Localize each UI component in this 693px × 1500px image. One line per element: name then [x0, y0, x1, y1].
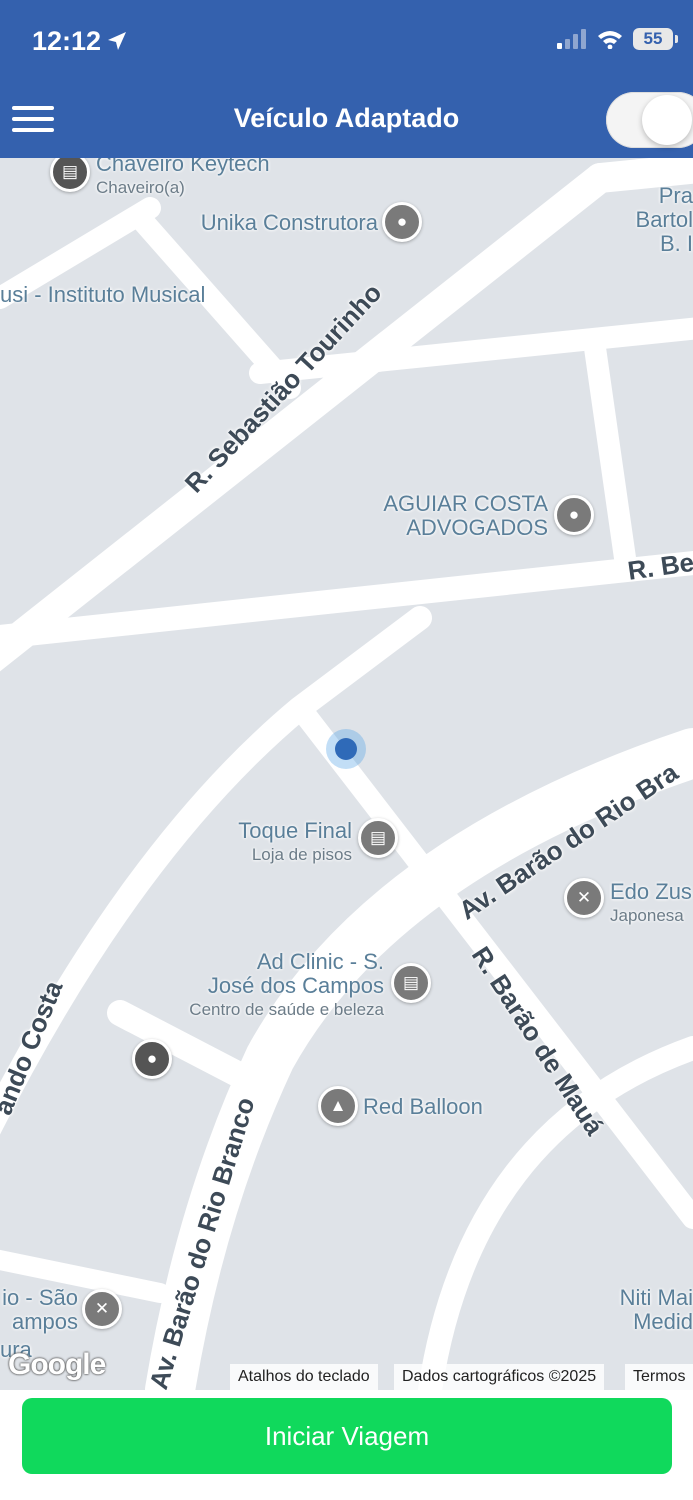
place-pin-icon[interactable]: ●: [132, 1039, 172, 1079]
poi-toque-final[interactable]: Toque Final Loja de pisos: [180, 819, 352, 867]
status-time: 12:12: [32, 26, 102, 56]
poi-pra-bartol[interactable]: Pra Bartol B. I: [560, 184, 693, 256]
shopping-bag-icon[interactable]: ▤: [358, 818, 398, 858]
app-header: 12:12 55 Veículo Adaptado: [0, 0, 693, 158]
accessibility-toggle[interactable]: [606, 92, 693, 148]
battery-indicator: 55: [633, 28, 678, 50]
poi-aguiar-costa-advogados[interactable]: AGUIAR COSTA ADVOGADOS: [340, 492, 548, 540]
poi-edo-zus[interactable]: Edo Zus Japonesa: [610, 880, 692, 928]
poi-ad-clinic[interactable]: Ad Clinic - S. José dos Campos Centro de…: [150, 950, 384, 1022]
signal-icon: [557, 29, 586, 49]
poi-instituto-musical[interactable]: usi - Instituto Musical: [0, 283, 205, 307]
keyboard-shortcuts-link[interactable]: Atalhos do teclado: [230, 1364, 378, 1390]
bottom-panel: Iniciar Viagem: [0, 1390, 693, 1500]
poi-chaveiro-keytech[interactable]: Chaveiro Keytech Chaveiro(a): [96, 158, 270, 200]
restaurant-icon[interactable]: ✕: [82, 1289, 122, 1329]
poi-unika-construtora[interactable]: Unika Construtora: [140, 211, 378, 235]
current-location-marker: [326, 729, 366, 769]
poi-io-sao-campos[interactable]: io - São ampos: [0, 1286, 78, 1334]
page-title: Veículo Adaptado: [233, 103, 460, 133]
school-icon[interactable]: ▲: [318, 1086, 358, 1126]
shopping-bag-icon[interactable]: ▤: [391, 963, 431, 1003]
restaurant-icon[interactable]: ✕: [564, 878, 604, 918]
poi-niti-mai-medid[interactable]: Niti Mai Medid: [580, 1286, 693, 1334]
status-indicators: 55: [557, 28, 678, 50]
map-view[interactable]: ▤ Chaveiro Keytech Chaveiro(a) Unika Con…: [0, 158, 693, 1390]
terms-link[interactable]: Termos: [625, 1364, 693, 1390]
start-trip-button[interactable]: Iniciar Viagem: [22, 1398, 672, 1474]
poi-red-balloon[interactable]: Red Balloon: [363, 1095, 483, 1119]
wifi-icon: [598, 31, 622, 49]
place-pin-icon[interactable]: ●: [554, 495, 594, 535]
location-arrow-icon: [108, 32, 126, 50]
place-pin-icon[interactable]: ●: [382, 202, 422, 242]
toggle-knob: [642, 95, 692, 145]
google-logo: Google: [8, 1348, 106, 1381]
map-data-attribution[interactable]: Dados cartográficos ©2025: [394, 1364, 605, 1390]
